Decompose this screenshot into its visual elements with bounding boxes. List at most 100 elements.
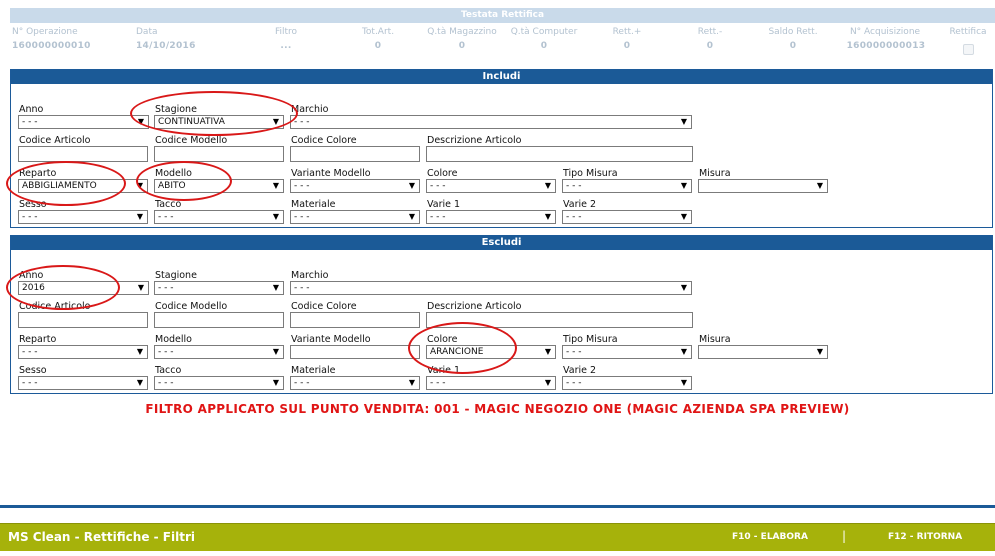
- head-value-data: 14/10/2016: [136, 41, 196, 51]
- includi-misura-select[interactable]: ▼: [698, 179, 828, 193]
- includi-varie2-select[interactable]: - - - ▼: [562, 210, 692, 224]
- escludi-codice-colore-input[interactable]: [290, 312, 420, 328]
- head-value-operazione: 160000000010: [12, 41, 91, 51]
- escludi-colore-value: ARANCIONE: [430, 347, 484, 357]
- head-label-tot-art: Tot.Art.: [361, 27, 395, 37]
- escludi-varie2-label: Varie 2: [563, 365, 597, 376]
- includi-materiale-value: - - -: [294, 212, 310, 222]
- escludi-modello-select[interactable]: - - - ▼: [154, 345, 284, 359]
- includi-marchio-value: - - -: [294, 117, 310, 127]
- includi-tacco-select[interactable]: - - - ▼: [154, 210, 284, 224]
- includi-variante-value: - - -: [294, 181, 310, 191]
- escludi-tacco-select[interactable]: - - - ▼: [154, 376, 284, 390]
- escludi-descrizione-input[interactable]: [426, 312, 693, 328]
- includi-tipo-misura-select[interactable]: - - - ▼: [562, 179, 692, 193]
- escludi-stagione-value: - - -: [158, 283, 174, 293]
- chevron-down-icon: ▼: [544, 347, 551, 356]
- head-label-rett-minus: Rett.-: [697, 27, 723, 37]
- includi-marchio-select[interactable]: - - - ▼: [290, 115, 692, 129]
- escludi-anno-select[interactable]: 2016 ▼: [18, 281, 149, 295]
- escludi-tipo-misura-select[interactable]: - - - ▼: [562, 345, 692, 359]
- escludi-anno-label: Anno: [19, 270, 44, 281]
- includi-variante-select[interactable]: - - - ▼: [290, 179, 420, 193]
- escludi-varie1-value: - - -: [430, 378, 446, 388]
- chevron-down-icon: ▼: [408, 181, 415, 190]
- includi-codice-modello-input[interactable]: [154, 146, 284, 162]
- chevron-down-icon: ▼: [544, 212, 551, 221]
- includi-materiale-select[interactable]: - - - ▼: [290, 210, 420, 224]
- escludi-materiale-select[interactable]: - - - ▼: [290, 376, 420, 390]
- head-label-operazione: N° Operazione: [12, 27, 78, 37]
- escludi-reparto-select[interactable]: - - - ▼: [18, 345, 148, 359]
- includi-varie1-label: Varie 1: [427, 199, 461, 210]
- rettifica-checkbox[interactable]: [963, 44, 974, 55]
- head-value-acquisizione: 160000000013: [846, 41, 926, 51]
- escludi-stagione-select[interactable]: - - - ▼: [154, 281, 284, 295]
- includi-stagione-label: Stagione: [155, 104, 197, 115]
- escludi-modello-label: Modello: [155, 334, 192, 345]
- footer-title: MS Clean - Rettifiche - Filtri: [8, 530, 195, 544]
- includi-codice-colore-label: Codice Colore: [291, 135, 357, 146]
- escludi-variante-select[interactable]: [290, 345, 420, 359]
- chevron-down-icon: ▼: [272, 181, 279, 190]
- escludi-marchio-select[interactable]: - - - ▼: [290, 281, 692, 295]
- escludi-codice-articolo-input[interactable]: [18, 312, 148, 328]
- head-label-qta-magazzino: Q.tà Magazzino: [427, 27, 497, 37]
- head-value-qta-computer: 0: [540, 41, 548, 51]
- filter-notice: FILTRO APPLICATO SUL PUNTO VENDITA: 001 …: [145, 402, 850, 416]
- includi-colore-label: Colore: [427, 168, 458, 179]
- includi-descrizione-label: Descrizione Articolo: [427, 135, 522, 146]
- includi-misura-label: Misura: [699, 168, 731, 179]
- head-value-filtro: ...: [280, 41, 292, 51]
- includi-sesso-select[interactable]: - - - ▼: [18, 210, 148, 224]
- escludi-varie2-value: - - -: [566, 378, 582, 388]
- includi-tipo-misura-value: - - -: [566, 181, 582, 191]
- chevron-down-icon: ▼: [272, 283, 279, 292]
- includi-sesso-label: Sesso: [19, 199, 47, 210]
- head-label-saldo-rett: Saldo Rett.: [768, 27, 818, 37]
- includi-reparto-select[interactable]: ABBIGLIAMENTO ▼: [18, 179, 148, 193]
- footer-bar: MS Clean - Rettifiche - Filtri F10 - ELA…: [0, 523, 995, 551]
- escludi-section: Escludi Anno 2016 ▼ Stagione - - - ▼ March…: [10, 235, 993, 394]
- escludi-sesso-select[interactable]: - - - ▼: [18, 376, 148, 390]
- includi-descrizione-input[interactable]: [426, 146, 693, 162]
- escludi-codice-modello-input[interactable]: [154, 312, 284, 328]
- includi-modello-label: Modello: [155, 168, 192, 179]
- includi-stagione-select[interactable]: CONTINUATIVA ▼: [154, 115, 284, 129]
- head-label-acquisizione: N° Acquisizione: [849, 27, 921, 37]
- head-label-rettifica: Rettifica: [949, 27, 987, 37]
- f12-ritorna-button[interactable]: F12 - RITORNA: [888, 532, 962, 542]
- escludi-varie2-select[interactable]: - - - ▼: [562, 376, 692, 390]
- chevron-down-icon: ▼: [680, 283, 687, 292]
- escludi-codice-colore-label: Codice Colore: [291, 301, 357, 312]
- includi-codice-articolo-input[interactable]: [18, 146, 148, 162]
- chevron-down-icon: ▼: [408, 378, 415, 387]
- includi-materiale-label: Materiale: [291, 199, 336, 210]
- includi-tacco-value: - - -: [158, 212, 174, 222]
- chevron-down-icon: ▼: [136, 212, 143, 221]
- escludi-tacco-label: Tacco: [155, 365, 182, 376]
- includi-anno-value: - - -: [22, 117, 38, 127]
- chevron-down-icon: ▼: [137, 117, 144, 126]
- includi-modello-select[interactable]: ABITO ▼: [154, 179, 284, 193]
- escludi-codice-modello-label: Codice Modello: [155, 301, 228, 312]
- chevron-down-icon: ▼: [136, 378, 143, 387]
- includi-varie1-select[interactable]: - - - ▼: [426, 210, 556, 224]
- chevron-down-icon: ▼: [680, 347, 687, 356]
- includi-codice-colore-input[interactable]: [290, 146, 420, 162]
- f10-elabora-button[interactable]: F10 - ELABORA: [732, 532, 808, 542]
- chevron-down-icon: ▼: [544, 378, 551, 387]
- includi-reparto-value: ABBIGLIAMENTO: [22, 181, 97, 191]
- chevron-down-icon: ▼: [137, 283, 144, 292]
- includi-sesso-value: - - -: [22, 212, 38, 222]
- escludi-colore-label: Colore: [427, 334, 458, 345]
- escludi-reparto-value: - - -: [22, 347, 38, 357]
- escludi-codice-articolo-label: Codice Articolo: [19, 301, 91, 312]
- footer-separator: |: [842, 529, 847, 543]
- escludi-misura-select[interactable]: ▼: [698, 345, 828, 359]
- includi-colore-select[interactable]: - - - ▼: [426, 179, 556, 193]
- includi-anno-select[interactable]: - - - ▼: [18, 115, 149, 129]
- escludi-varie1-select[interactable]: - - - ▼: [426, 376, 556, 390]
- includi-variante-label: Variante Modello: [291, 168, 371, 179]
- escludi-colore-select[interactable]: ARANCIONE ▼: [426, 345, 556, 359]
